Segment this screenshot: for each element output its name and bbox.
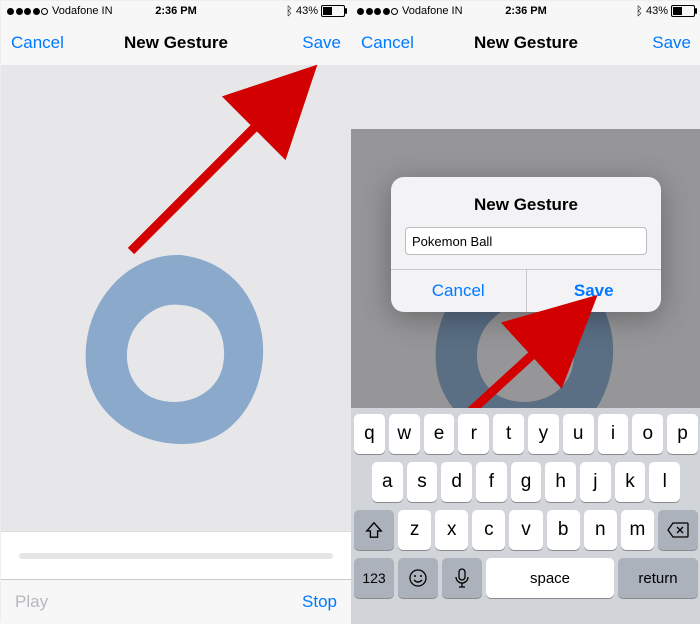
alert-title: New Gesture — [391, 177, 661, 227]
save-button[interactable]: Save — [302, 33, 341, 53]
numbers-key[interactable]: 123 — [354, 558, 394, 598]
key-w[interactable]: w — [389, 414, 420, 454]
key-n[interactable]: n — [584, 510, 617, 550]
clock: 2:36 PM — [505, 5, 547, 17]
battery-icon — [671, 5, 695, 17]
key-h[interactable]: h — [545, 462, 576, 502]
backspace-key[interactable] — [658, 510, 698, 550]
battery-percent: 43% — [646, 5, 668, 17]
key-k[interactable]: k — [615, 462, 646, 502]
dictation-key[interactable] — [442, 558, 482, 598]
key-g[interactable]: g — [511, 462, 542, 502]
key-u[interactable]: u — [563, 414, 594, 454]
progress-track[interactable] — [19, 553, 333, 559]
battery-percent: 43% — [296, 5, 318, 17]
key-f[interactable]: f — [476, 462, 507, 502]
gesture-canvas[interactable] — [1, 65, 351, 532]
key-o[interactable]: o — [632, 414, 663, 454]
key-q[interactable]: q — [354, 414, 385, 454]
key-x[interactable]: x — [435, 510, 468, 550]
clock: 2:36 PM — [155, 5, 197, 17]
bottom-toolbar: Play Stop — [1, 579, 351, 624]
key-m[interactable]: m — [621, 510, 654, 550]
space-key[interactable]: space — [486, 558, 614, 598]
key-d[interactable]: d — [441, 462, 472, 502]
nav-title: New Gesture — [474, 33, 578, 53]
status-bar: Vodafone IN 2:36 PM ᛒ 43% — [351, 1, 700, 21]
key-v[interactable]: v — [509, 510, 542, 550]
bluetooth-icon: ᛒ — [636, 5, 643, 17]
key-c[interactable]: c — [472, 510, 505, 550]
cancel-button[interactable]: Cancel — [361, 33, 414, 53]
status-bar: Vodafone IN 2:36 PM ᛒ 43% — [1, 1, 351, 21]
key-r[interactable]: r — [458, 414, 489, 454]
carrier-label: Vodafone IN — [52, 5, 113, 17]
shift-key[interactable] — [354, 510, 394, 550]
key-b[interactable]: b — [547, 510, 580, 550]
key-a[interactable]: a — [372, 462, 403, 502]
bluetooth-icon: ᛒ — [286, 5, 293, 17]
cancel-button[interactable]: Cancel — [11, 33, 64, 53]
return-key[interactable]: return — [618, 558, 698, 598]
key-e[interactable]: e — [424, 414, 455, 454]
key-s[interactable]: s — [407, 462, 438, 502]
key-l[interactable]: l — [649, 462, 680, 502]
key-p[interactable]: p — [667, 414, 698, 454]
name-gesture-alert: New Gesture Cancel Save — [391, 177, 661, 312]
nav-bar: Cancel New Gesture Save — [351, 21, 700, 66]
alert-cancel-button[interactable]: Cancel — [391, 270, 526, 312]
gesture-stroke — [71, 235, 281, 465]
battery-icon — [321, 5, 345, 17]
emoji-key[interactable] — [398, 558, 438, 598]
nav-title: New Gesture — [124, 33, 228, 53]
carrier-label: Vodafone IN — [402, 5, 463, 17]
stop-button[interactable]: Stop — [302, 592, 337, 612]
key-i[interactable]: i — [598, 414, 629, 454]
key-y[interactable]: y — [528, 414, 559, 454]
signal-strength-icon — [357, 8, 398, 15]
alert-save-button[interactable]: Save — [526, 270, 662, 312]
progress-bar-area — [1, 531, 351, 580]
save-button[interactable]: Save — [652, 33, 691, 53]
keyboard: qwertyuiop asdfghjkl zxcvbnm 123 space r… — [351, 408, 700, 624]
play-button[interactable]: Play — [15, 592, 48, 612]
key-t[interactable]: t — [493, 414, 524, 454]
key-z[interactable]: z — [398, 510, 431, 550]
key-j[interactable]: j — [580, 462, 611, 502]
signal-strength-icon — [7, 8, 48, 15]
gesture-name-input[interactable] — [405, 227, 647, 255]
nav-bar: Cancel New Gesture Save — [1, 21, 351, 66]
